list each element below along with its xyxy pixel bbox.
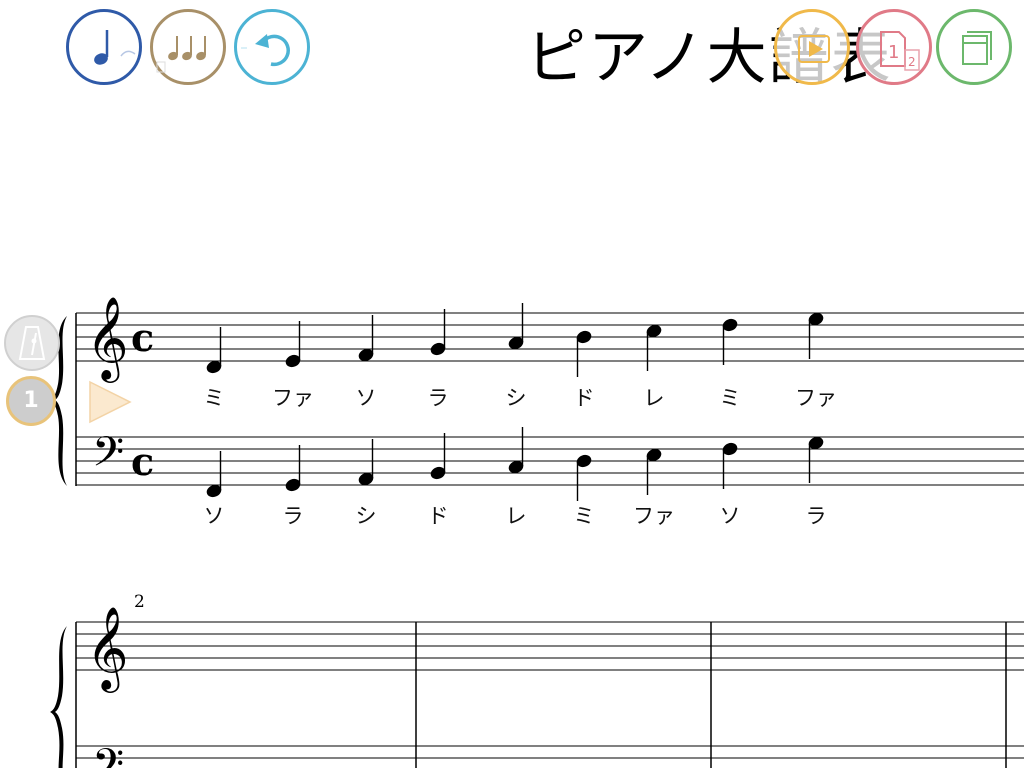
play-button[interactable] [774, 9, 850, 85]
treble-staff-2 [76, 621, 1024, 671]
lyric-syllable: ファ [795, 386, 837, 410]
bass-clef: 𝄢 [92, 428, 124, 486]
pages-icon: 1 2 [880, 31, 920, 71]
measure-badge[interactable]: 1 [6, 376, 56, 426]
lyric-syllable: ド [573, 386, 595, 410]
metronome-button[interactable] [4, 315, 60, 371]
lyric-syllable: ファ [633, 504, 675, 528]
treble-notes [206, 303, 824, 377]
bass-time-signature: c [131, 439, 154, 484]
lyric-syllable: ラ [805, 504, 827, 528]
quarter-note-icon [94, 30, 136, 65]
play-icon [798, 35, 830, 63]
system-1: 𝄞 𝄢 c c [50, 295, 1024, 501]
score-book-button[interactable] [936, 9, 1012, 85]
lyric-syllable: シ [355, 504, 377, 528]
lyric-syllable: ラ [427, 386, 449, 410]
lyric-syllable: ファ [272, 386, 314, 410]
rhythm-button[interactable] [150, 9, 226, 85]
measure-number: 2 [134, 592, 145, 612]
lyric-syllable: ソ [203, 504, 225, 528]
treble-clef: 𝄞 [86, 295, 129, 383]
lyric-syllable: ラ [282, 504, 304, 528]
score-canvas[interactable]: 𝄞 𝄢 c c 𝄞 𝄢 [0, 0, 1024, 768]
lyric-syllable: ソ [355, 386, 377, 410]
lyric-syllable: ミ [573, 504, 595, 528]
lyric-syllable: ソ [719, 504, 741, 528]
bass-staff-2 [76, 745, 1024, 759]
play-marker-icon[interactable] [88, 380, 132, 424]
metronome-icon [18, 326, 46, 360]
bass-notes [206, 427, 824, 501]
page-view-button[interactable]: 1 2 [856, 9, 932, 85]
treble-clef-2: 𝄞 [86, 605, 129, 693]
undo-button[interactable] [234, 9, 310, 85]
lyric-syllable: シ [505, 386, 527, 410]
three-notes-icon [156, 36, 206, 73]
lyric-syllable: ド [427, 504, 449, 528]
lyric-syllable: レ [643, 386, 665, 410]
measure-badge-label: 1 [23, 388, 39, 413]
note-input-button[interactable] [66, 9, 142, 85]
book-icon [962, 31, 992, 65]
bass-staff-1 [76, 436, 1024, 486]
svg-text:1: 1 [888, 42, 899, 63]
svg-text:2: 2 [908, 55, 916, 69]
treble-time-signature: c [131, 315, 154, 360]
undo-arrow-icon [241, 34, 290, 67]
treble-staff-1 [76, 312, 1024, 362]
system-2-brace [50, 626, 67, 768]
system-2: 𝄞 𝄢 [50, 605, 1024, 768]
bass-clef-2: 𝄢 [92, 740, 124, 768]
lyric-syllable: ミ [203, 386, 225, 410]
lyric-syllable: レ [505, 504, 527, 528]
lyric-syllable: ミ [719, 386, 741, 410]
